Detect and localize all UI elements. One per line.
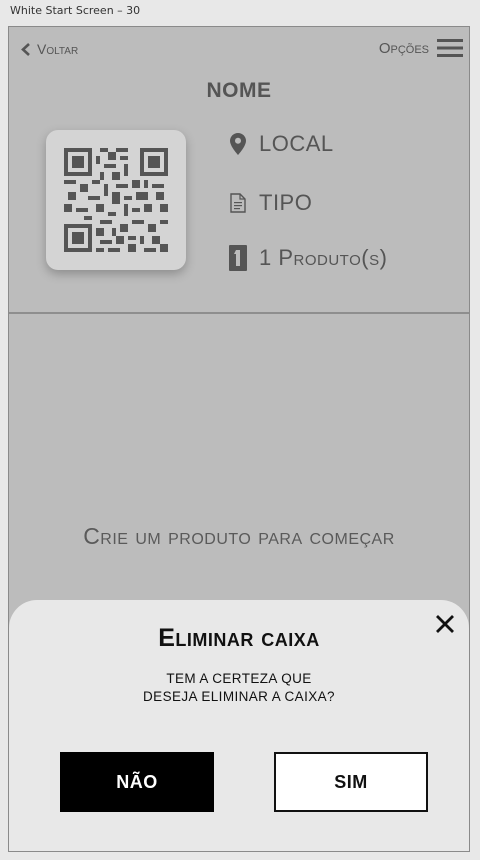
products-label: 1 Produto(s)	[259, 245, 388, 270]
location-row: LOCAL	[227, 131, 334, 157]
products-row: 1 Produto(s)	[227, 245, 387, 271]
section-divider	[9, 312, 469, 314]
type-label: TIPO	[259, 190, 313, 215]
hamburger-menu-icon	[437, 39, 463, 57]
options-button[interactable]: Opções	[379, 39, 463, 57]
dialog-title: Eliminar caixa	[158, 624, 320, 652]
dialog-message: TEM A CERTEZA QUE DESEJA ELIMINAR A CAIX…	[143, 671, 335, 704]
number-one-icon	[229, 245, 247, 271]
back-button[interactable]: Voltar	[21, 41, 78, 57]
yes-button[interactable]: SIM	[274, 752, 428, 812]
no-button[interactable]: NÃO	[60, 752, 214, 812]
map-pin-icon	[230, 133, 246, 155]
options-label: Opções	[378, 39, 429, 57]
empty-state-message: Crie um produto para começar	[83, 523, 395, 549]
back-label: Voltar	[37, 41, 79, 57]
location-label: LOCAL	[259, 131, 334, 156]
page-title: NOME	[206, 79, 272, 102]
chevron-left-icon	[21, 42, 30, 56]
qr-code-icon	[64, 148, 168, 252]
delete-box-dialog: Eliminar caixa TEM A CERTEZA QUE DESEJA …	[9, 600, 469, 851]
type-row: TIPO	[227, 190, 312, 216]
app-screen: Voltar Opções NOME LOCAL TIPO 1 Produto(…	[8, 26, 470, 852]
document-icon	[230, 193, 246, 213]
window-title: White Start Screen – 30	[10, 4, 141, 17]
qr-code-card	[46, 130, 186, 270]
